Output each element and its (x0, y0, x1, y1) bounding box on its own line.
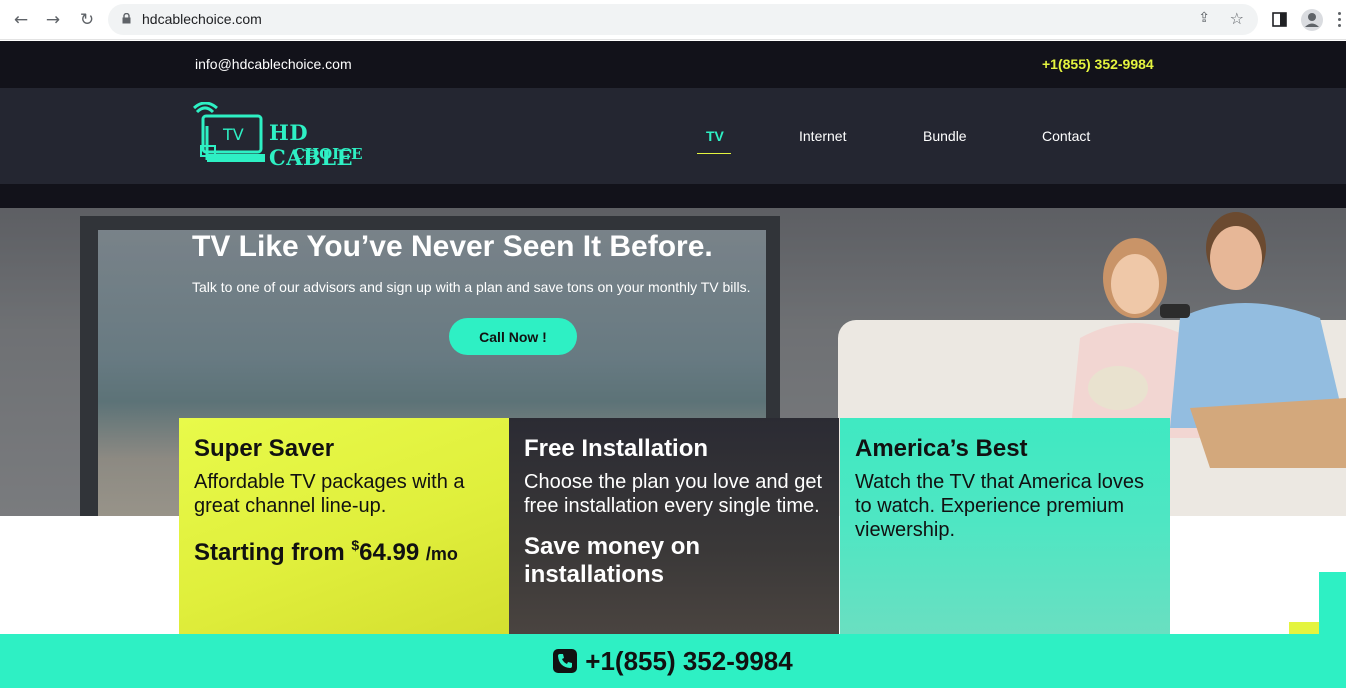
address-bar[interactable]: hdcablechoice.com ⇪ ☆ (108, 4, 1258, 35)
reload-icon[interactable]: ↻ (76, 9, 98, 31)
card-extra-text: Save money on installations (524, 533, 701, 588)
sticky-call-bar[interactable]: +1(855) 352-9984 (0, 634, 1346, 688)
nav-bundle[interactable]: Bundle (923, 128, 967, 148)
price-period: /mo (425, 544, 458, 564)
side-panel-icon[interactable] (1272, 12, 1287, 27)
hero-title: TV Like You’ve Never Seen It Before. (192, 230, 713, 263)
card-text: Watch the TV that America loves to watch… (855, 471, 1145, 541)
tv-logo-icon: TV (193, 102, 265, 162)
card-price: Starting from $64.99 /mo (194, 531, 458, 568)
card-title: America’s Best (855, 435, 1028, 462)
nav-contact[interactable]: Contact (1042, 128, 1090, 148)
forward-arrow-icon[interactable]: → (42, 9, 64, 31)
top-contact-bar: info@hdcablechoice.com +1(855) 352-9984 (0, 41, 1346, 88)
header-band (0, 184, 1346, 208)
active-nav-underline (697, 153, 731, 154)
card-title: Super Saver (194, 435, 335, 462)
logo-line-2: CHOICE (293, 145, 363, 163)
footer-phone-number[interactable]: +1(855) 352-9984 (585, 646, 792, 677)
phone-icon (553, 649, 578, 673)
card-title: Free Installation (524, 435, 709, 462)
lock-icon (122, 13, 131, 24)
back-arrow-icon[interactable]: ← (10, 9, 32, 31)
nav-internet[interactable]: Internet (799, 128, 846, 148)
logo-tv-text: TV (222, 125, 244, 144)
site-logo[interactable]: TV HD CABLE CHOICE (193, 102, 393, 172)
nav-tv[interactable]: TV (706, 128, 724, 148)
price-currency: $ (351, 537, 360, 553)
card-text: Affordable TV packages with a great chan… (194, 471, 465, 517)
price-prefix: Starting from (194, 539, 345, 566)
contact-phone[interactable]: +1(855) 352-9984 (1042, 56, 1154, 72)
menu-dots-icon[interactable] (1338, 12, 1342, 28)
decorative-yellow-block (1289, 622, 1319, 634)
price-value: 64.99 (359, 539, 420, 566)
card-super-saver: Super Saver Affordable TV packages with … (179, 418, 509, 634)
profile-avatar-icon[interactable] (1300, 8, 1324, 32)
share-icon[interactable]: ⇪ (1198, 10, 1210, 26)
card-americas-best: America’s Best Watch the TV that America… (840, 418, 1170, 634)
url-text: hdcablechoice.com (142, 11, 262, 27)
contact-email[interactable]: info@hdcablechoice.com (195, 56, 352, 72)
site-header: TV HD CABLE CHOICE TV Internet Bundle Co… (0, 88, 1346, 184)
card-text: Choose the plan you love and get free in… (524, 471, 822, 517)
hero-man-illustration (1160, 212, 1346, 468)
card-free-installation: Free Installation Choose the plan you lo… (509, 418, 839, 634)
browser-toolbar: ← → ↻ hdcablechoice.com ⇪ ☆ (0, 0, 1346, 40)
call-now-button[interactable]: Call Now ! (449, 318, 577, 355)
bookmark-star-icon[interactable]: ☆ (1230, 9, 1244, 28)
hero-subtitle: Talk to one of our advisors and sign up … (192, 279, 751, 295)
